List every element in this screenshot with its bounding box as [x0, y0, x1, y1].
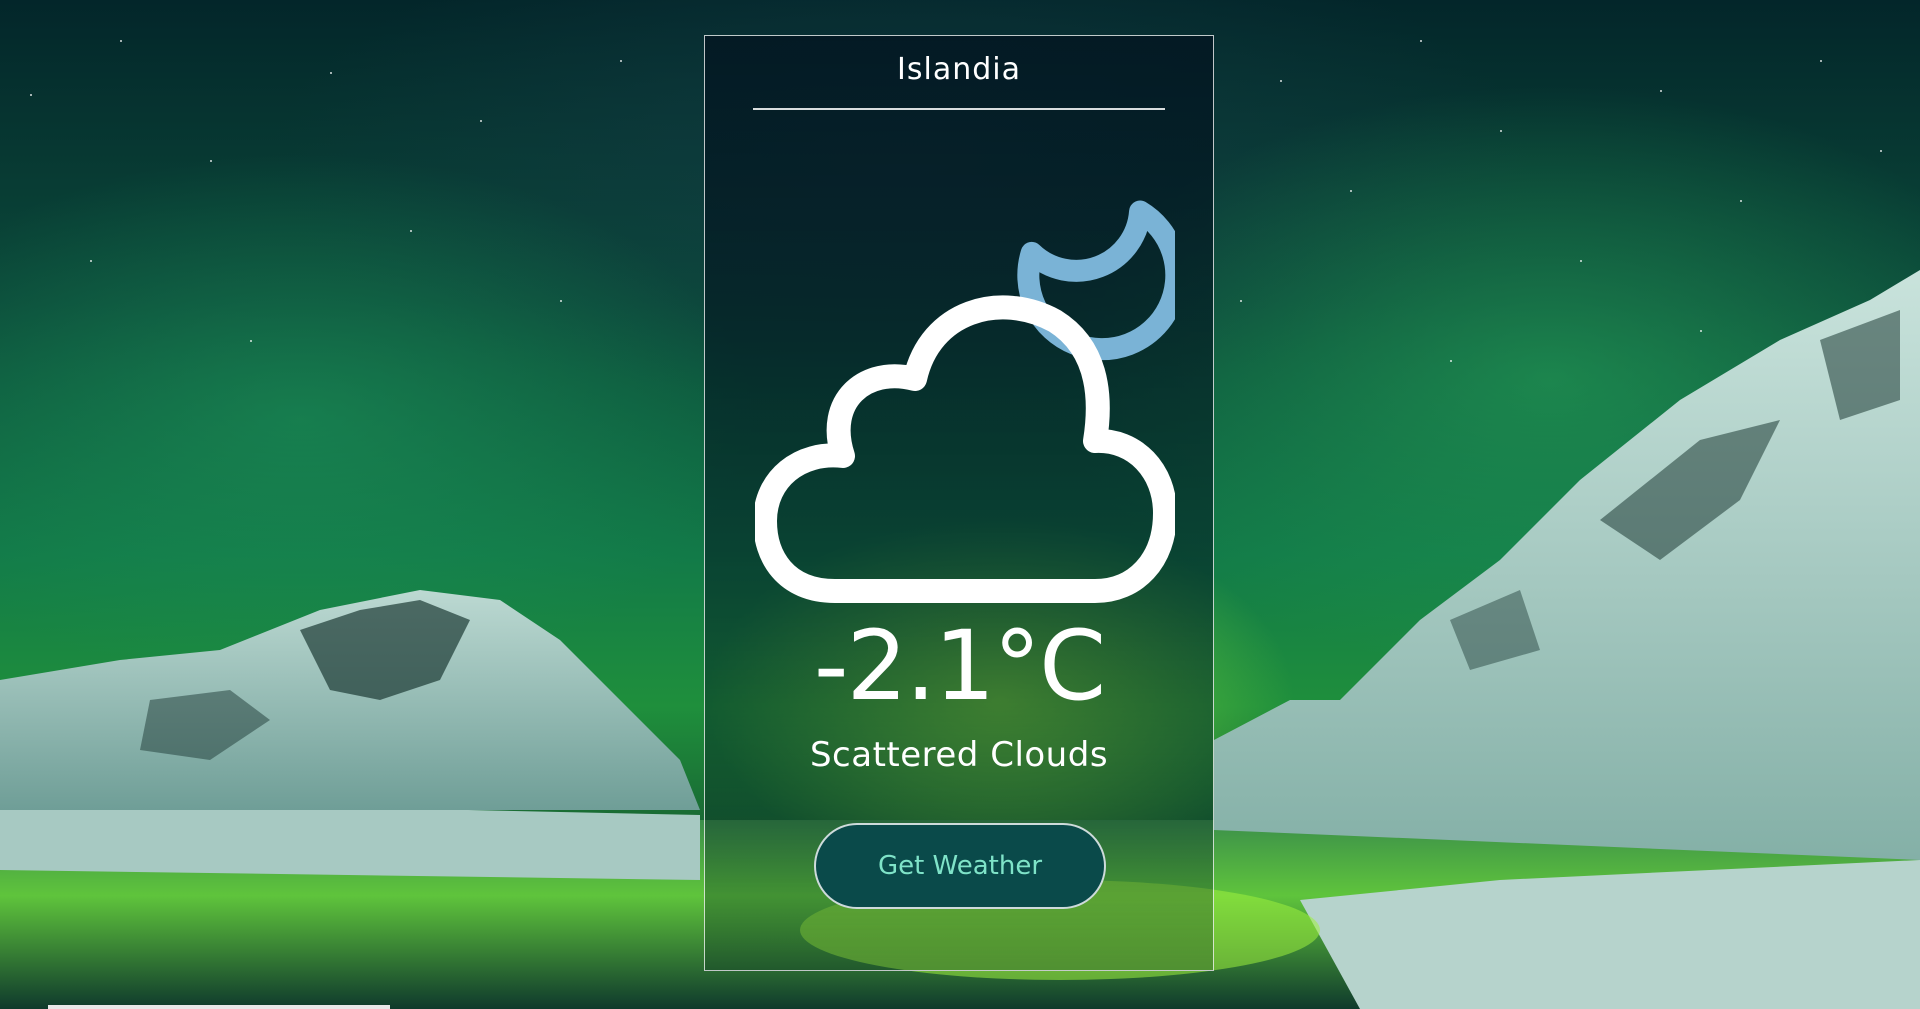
weather-description: Scattered Clouds	[809, 735, 1109, 775]
city-title: Islandia	[897, 52, 1021, 87]
get-weather-button[interactable]: Get Weather	[814, 823, 1106, 909]
background-aurora-landscape: Islandia -2.1°C Scattered Clouds Get Wea…	[0, 0, 1920, 1009]
weather-card: Islandia -2.1°C Scattered Clouds Get Wea…	[704, 35, 1214, 971]
temperature-value: -2.1°C	[813, 610, 1106, 722]
title-divider	[753, 108, 1165, 110]
bottom-bar	[48, 1005, 390, 1009]
cloud-moon-icon	[755, 200, 1175, 603]
